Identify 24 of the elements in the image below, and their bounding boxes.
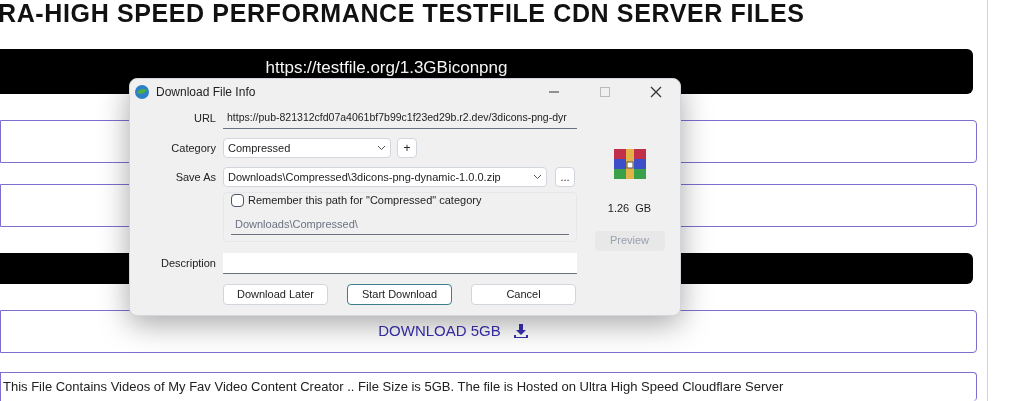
remember-label[interactable]: Remember this path for "Compressed" category xyxy=(248,192,482,209)
save-as-dropdown[interactable]: Downloads\Compressed\3dicons-png-dynamic-1.0.0.zip xyxy=(223,167,547,187)
chevron-icon xyxy=(533,174,542,180)
archive-icon xyxy=(612,148,647,180)
file-size: 1.26 GB xyxy=(607,201,652,216)
url-field[interactable]: https://pub-821312cfd07a4061bf7b99c1f23ed29b.r2.dev/3dicons-png-dyr xyxy=(223,107,577,129)
dialog-button[interactable]: Download Later xyxy=(223,284,328,305)
description-label: Description xyxy=(159,256,216,272)
chevron-icon xyxy=(377,145,386,151)
checkbox[interactable] xyxy=(231,193,244,207)
close-icon[interactable] xyxy=(650,85,662,98)
dialog-button[interactable]: Start Download xyxy=(347,284,452,305)
globe-icon xyxy=(134,83,150,100)
file-description: This File Contains Videos of My Fav Video Content Creator .. File Size is 5GB. The file is Hosted on Ultra High Speed Cloudflare Server xyxy=(3,377,785,396)
browse-button[interactable]: ... xyxy=(555,167,575,187)
category-label: Category xyxy=(170,140,216,156)
path-field: Downloads\Compressed\ xyxy=(231,214,569,235)
download-icon xyxy=(512,323,529,340)
category-dropdown[interactable]: Compressed xyxy=(223,138,391,158)
add-button[interactable]: + xyxy=(397,138,417,158)
page-heading: RA-HIGH SPEED PERFORMANCE TESTFILE CDN SERVER FILES xyxy=(0,0,805,26)
save-as-label: Save As xyxy=(174,169,216,185)
url-label: URL xyxy=(193,110,216,126)
dialog-button[interactable]: Cancel xyxy=(471,284,576,305)
